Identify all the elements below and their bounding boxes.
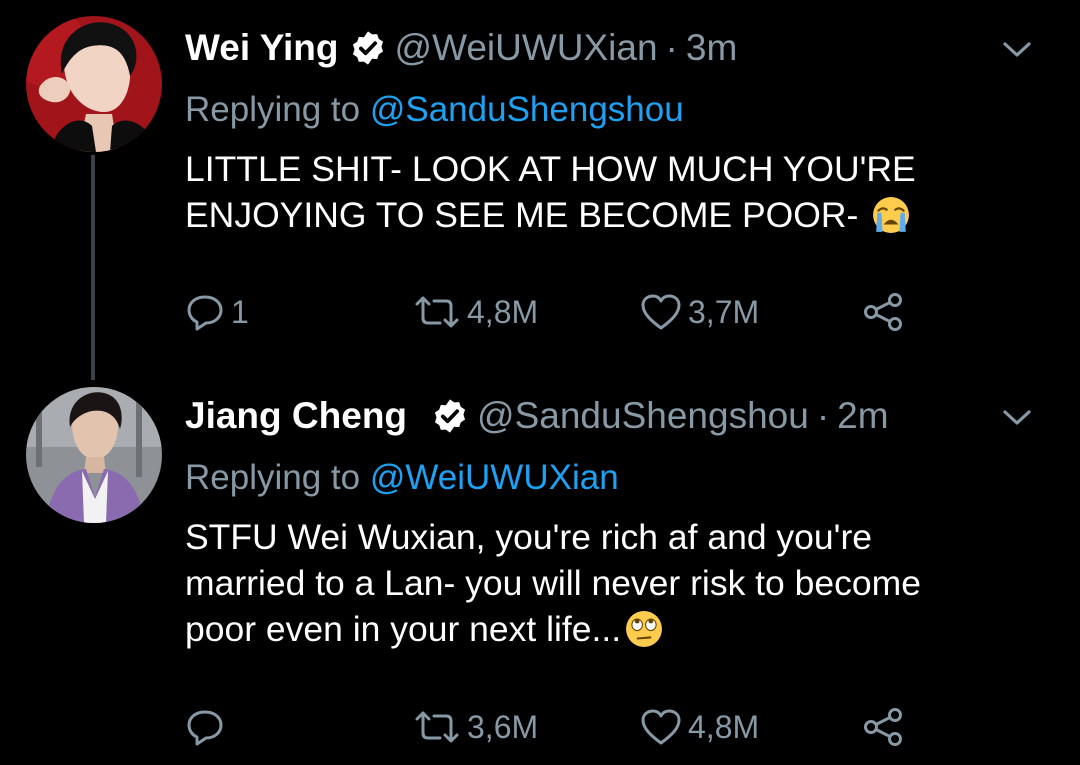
tweet-wei-ying[interactable]: Wei Ying @WeiUWUXian · 3m Replying to @S…: [0, 0, 1080, 380]
retweet-count: 4,8M: [467, 293, 539, 330]
tweet-content: Wei Ying @WeiUWUXian · 3m Replying to @S…: [185, 26, 1040, 245]
share-icon: [863, 707, 905, 747]
verified-badge-icon: [349, 29, 387, 67]
replying-to-label: Replying to: [185, 458, 361, 497]
action-bar: 1 4,8M 3,7M: [185, 287, 925, 337]
heart-icon: [640, 708, 682, 746]
reply-button[interactable]: 1: [185, 287, 249, 337]
thread-connector-line: [91, 155, 95, 380]
tweet-text: LITTLE SHIT- LOOK AT HOW MUCH YOU'RE ENJ…: [185, 146, 1035, 245]
replying-to-handle-link[interactable]: @WeiUWUXian: [370, 458, 619, 497]
display-name[interactable]: Jiang Cheng: [185, 395, 407, 437]
loudly-crying-face-emoji: [872, 196, 910, 245]
tweet-jiang-cheng[interactable]: Jiang Cheng @SanduShengshou · 2m Replyin…: [0, 370, 1080, 765]
chevron-down-icon[interactable]: [994, 398, 1040, 438]
replying-to: Replying to @WeiUWUXian: [185, 456, 1040, 500]
tweet-text-body: STFU Wei Wuxian, you're rich af and you'…: [185, 517, 921, 649]
replying-to-label: Replying to: [185, 90, 361, 129]
share-icon: [863, 292, 905, 332]
reply-button[interactable]: [185, 702, 231, 752]
face-with-rolling-eyes-emoji: [625, 610, 663, 659]
tweet-text: STFU Wei Wuxian, you're rich af and you'…: [185, 514, 1035, 659]
like-button[interactable]: 3,7M: [640, 287, 759, 337]
tweet-content: Jiang Cheng @SanduShengshou · 2m Replyin…: [185, 394, 1040, 659]
handle[interactable]: @WeiUWUXian: [395, 27, 658, 69]
retweet-button[interactable]: 3,6M: [413, 702, 538, 752]
display-name[interactable]: Wei Ying: [185, 27, 339, 69]
avatar[interactable]: [26, 387, 162, 523]
action-bar: 3,6M 4,8M: [185, 702, 925, 752]
avatar[interactable]: [26, 16, 162, 152]
tweet-header: Jiang Cheng @SanduShengshou · 2m: [185, 394, 1040, 438]
retweet-icon: [413, 294, 461, 330]
chevron-down-icon[interactable]: [994, 30, 1040, 70]
reply-icon: [185, 293, 225, 331]
reply-count: 1: [231, 293, 249, 330]
heart-icon: [640, 293, 682, 331]
tweet-header: Wei Ying @WeiUWUXian · 3m: [185, 26, 1040, 70]
replying-to-handle-link[interactable]: @SanduShengshou: [370, 90, 684, 129]
timestamp[interactable]: 2m: [837, 395, 888, 437]
separator-dot: ·: [816, 395, 830, 436]
retweet-count: 3,6M: [467, 708, 539, 745]
replying-to: Replying to @SanduShengshou: [185, 88, 1040, 132]
like-count: 4,8M: [688, 708, 760, 745]
timestamp[interactable]: 3m: [686, 27, 737, 69]
verified-badge-icon: [431, 397, 469, 435]
like-count: 3,7M: [688, 293, 760, 330]
share-button[interactable]: [863, 287, 905, 337]
retweet-icon: [413, 709, 461, 745]
handle[interactable]: @SanduShengshou: [477, 395, 809, 437]
retweet-button[interactable]: 4,8M: [413, 287, 538, 337]
separator-dot: ·: [665, 27, 678, 68]
reply-icon: [185, 708, 225, 746]
like-button[interactable]: 4,8M: [640, 702, 759, 752]
tweet-text-body: LITTLE SHIT- LOOK AT HOW MUCH YOU'RE ENJ…: [185, 149, 916, 235]
share-button[interactable]: [863, 702, 905, 752]
